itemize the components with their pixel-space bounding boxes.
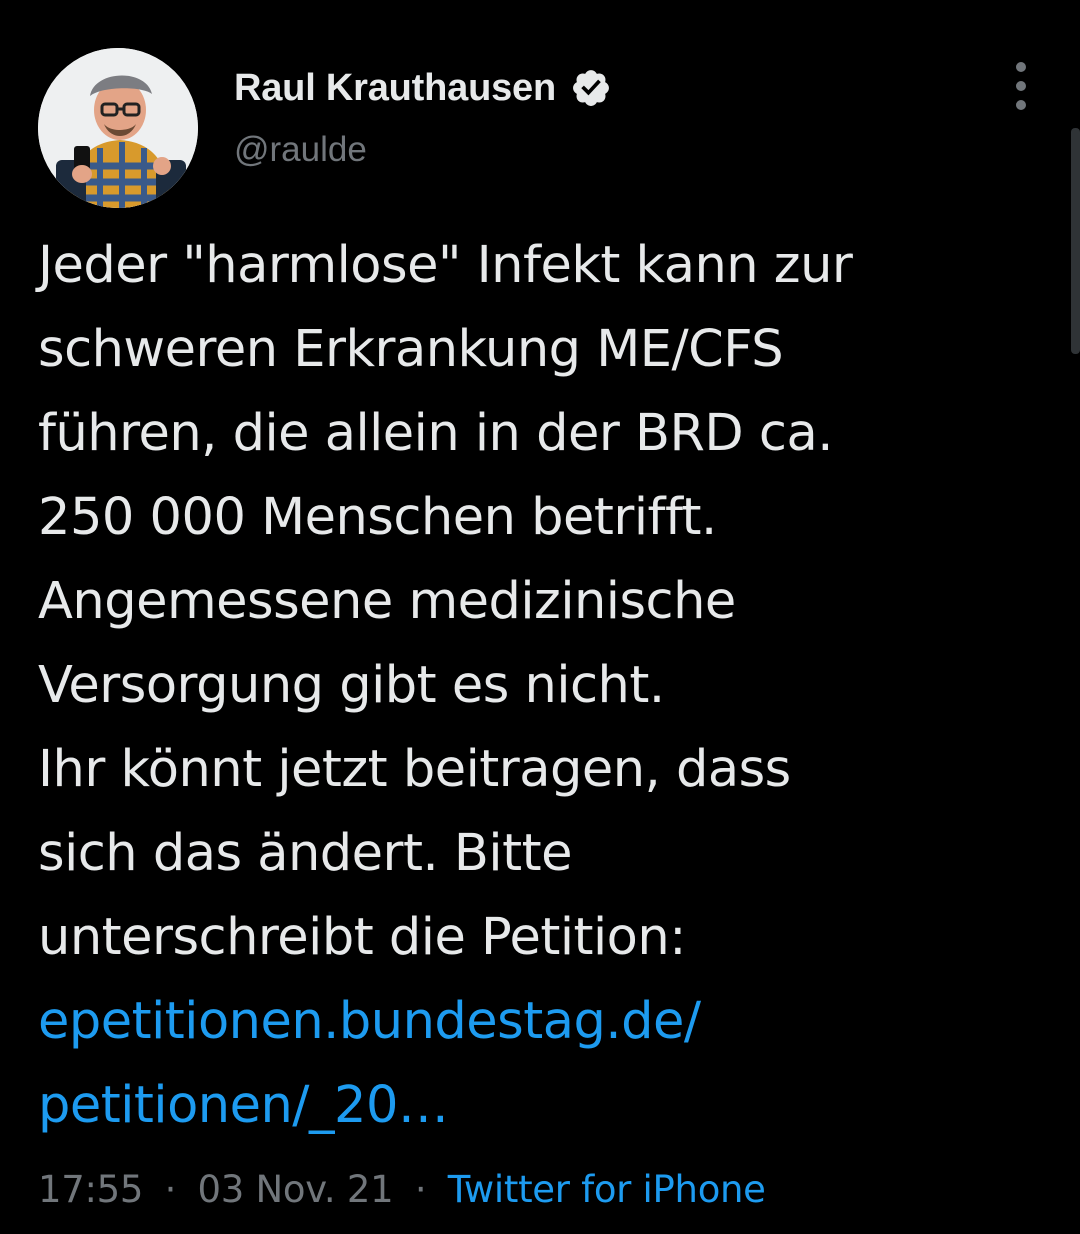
- tweet-text-line: sich das ändert. Bitte: [38, 824, 572, 883]
- tweet-text-line: Angemessene medizinische: [38, 572, 736, 631]
- meta-separator: ·: [414, 1168, 427, 1211]
- avatar[interactable]: [38, 48, 198, 208]
- tweet-text: Jeder "harmlose" Infekt kann zur schwere…: [38, 224, 1048, 1148]
- more-dot: [1016, 62, 1026, 72]
- petition-link[interactable]: petitionen/_20…: [38, 1064, 1048, 1148]
- meta-separator: ·: [164, 1168, 177, 1211]
- tweet-text-line: Jeder "harmlose" Infekt kann zur: [38, 236, 853, 295]
- author-handle[interactable]: @raulde: [234, 130, 367, 170]
- more-dot: [1016, 81, 1026, 91]
- tweet-text-line: unterschreibt die Petition:: [38, 908, 686, 967]
- avatar-image: [38, 48, 198, 208]
- petition-link[interactable]: epetitionen.bundestag.de/: [38, 980, 1048, 1064]
- verified-badge-icon: [570, 67, 612, 109]
- tweet-meta: 17:55 · 03 Nov. 21 · Twitter for iPhone: [38, 1168, 766, 1211]
- tweet-text-line: schweren Erkrankung ME/CFS: [38, 320, 784, 379]
- more-options-icon[interactable]: [1004, 62, 1038, 110]
- more-dot: [1016, 100, 1026, 110]
- tweet-text-line: Ihr könnt jetzt beitragen, dass: [38, 740, 791, 799]
- tweet-text-line: Versorgung gibt es nicht.: [38, 656, 665, 715]
- tweet-source[interactable]: Twitter for iPhone: [448, 1168, 766, 1211]
- tweet-date[interactable]: 03 Nov. 21: [198, 1168, 394, 1211]
- tweet: Raul Krauthausen @raulde Jeder "harmlose…: [0, 0, 1080, 1234]
- scrollbar[interactable]: [1071, 128, 1080, 354]
- author-name[interactable]: Raul Krauthausen: [234, 67, 556, 110]
- author-name-row[interactable]: Raul Krauthausen: [234, 64, 612, 112]
- tweet-text-line: führen, die allein in der BRD ca.: [38, 404, 833, 463]
- tweet-text-line: 250 000 Menschen betrifft.: [38, 488, 717, 547]
- tweet-time[interactable]: 17:55: [38, 1168, 143, 1211]
